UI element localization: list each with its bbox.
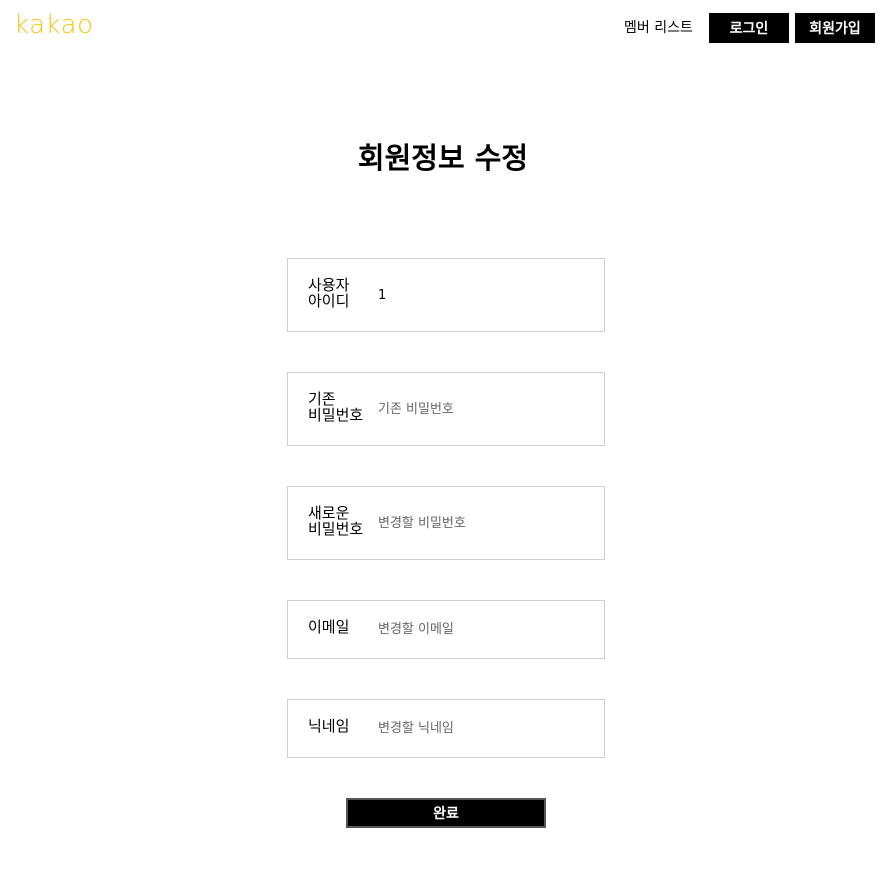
kakao-logo[interactable]: kakao (14, 8, 93, 42)
member-list-link[interactable]: 멤버 리스트 (624, 13, 693, 43)
new-password-label: 새로운 비밀번호 (308, 504, 364, 538)
submit-button[interactable]: 완료 (346, 798, 546, 828)
nickname-label: 닉네임 (308, 717, 350, 735)
email-label: 이메일 (308, 618, 350, 636)
page: kakao 멤버 리스트 로그인 회원가입 회원정보 수정 사용자 아이디 기존… (0, 0, 886, 870)
current-password-input[interactable] (378, 398, 588, 420)
user-id-label: 사용자 아이디 (308, 276, 350, 310)
header: kakao 멤버 리스트 로그인 회원가입 (0, 0, 886, 56)
current-password-label: 기존 비밀번호 (308, 390, 364, 424)
email-field: 이메일 (287, 600, 605, 659)
login-button[interactable]: 로그인 (709, 13, 789, 43)
email-input[interactable] (378, 618, 588, 640)
page-title: 회원정보 수정 (357, 141, 529, 175)
nickname-input[interactable] (378, 717, 588, 739)
user-id-input[interactable] (378, 284, 588, 306)
new-password-input[interactable] (378, 512, 588, 534)
signup-button[interactable]: 회원가입 (795, 13, 875, 43)
user-id-field: 사용자 아이디 (287, 258, 605, 332)
nickname-field: 닉네임 (287, 699, 605, 758)
new-password-field: 새로운 비밀번호 (287, 486, 605, 560)
current-password-field: 기존 비밀번호 (287, 372, 605, 446)
